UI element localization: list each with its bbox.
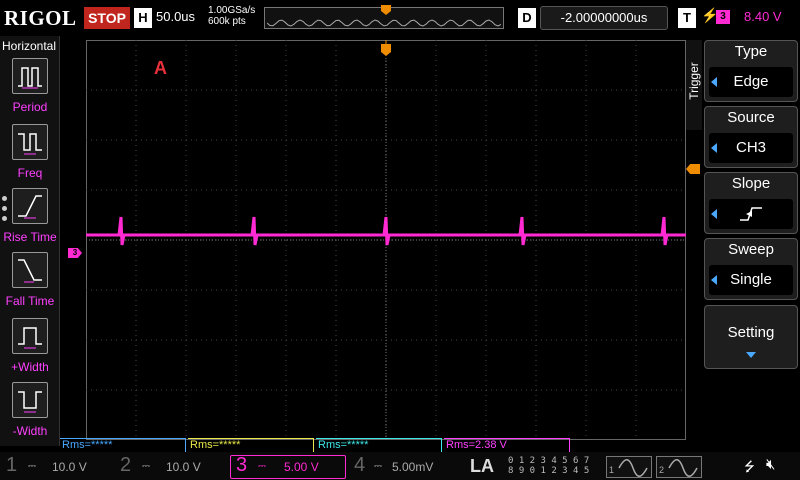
trigger-type-title: Type (734, 43, 768, 60)
chevron-left-icon (711, 275, 717, 285)
trigger-source-value: CH3 (709, 133, 793, 163)
ch4-scale: 5.00mV (392, 460, 434, 474)
status-bar: RIGOL STOP H 50.0us 1.00GSa/s 600k pts D… (0, 0, 800, 36)
acquisition-info: 1.00GSa/s 600k pts (208, 5, 255, 27)
setting-label: Setting (727, 324, 775, 341)
trigger-menu-tab: Trigger (686, 40, 702, 130)
delay-value[interactable]: -2.00000000us (540, 6, 668, 30)
ch3-offset-label: 3 (72, 248, 78, 257)
logic-channels[interactable]: 0 1 2 3 4 5 6 7 8 9 0 1 2 3 4 5 (508, 456, 598, 478)
sine-wave-icon (618, 459, 648, 477)
measurement-results: Rms=***** Rms=***** Rms=***** Rms=2.38 V (60, 438, 700, 452)
channel-bar: 1 ⎓ 10.0 V 2 ⎓ 10.0 V 3 ⎓ 5.00 V 4 ⎓ 5.0… (0, 452, 800, 480)
generator2-label: 2 (659, 465, 665, 475)
fall-time-icon (12, 252, 48, 288)
measure-category-title: Horizontal (2, 39, 57, 53)
ch3-settings[interactable]: ⎓ 5.00 V (258, 457, 342, 477)
ch3-number[interactable]: 3 (236, 454, 247, 477)
generator2-button[interactable]: 2 (656, 456, 702, 478)
trigger-type-menu[interactable]: Type Edge (704, 40, 798, 102)
ch3-rms-measurement[interactable]: Rms=2.38 V (444, 438, 570, 452)
measure-frequency-button[interactable]: Freq (0, 124, 60, 188)
trigger-slope-title: Slope (731, 175, 771, 192)
measure-panel: Horizontal Period Freq Rise Time Fall Ti… (0, 36, 60, 446)
trigger-channel-badge: 3 (716, 10, 730, 24)
rigol-logo: RIGOL (4, 6, 77, 30)
trigger-source-menu[interactable]: Source CH3 (704, 106, 798, 168)
ch2-scale: 10.0 V (166, 460, 201, 474)
memory-overview[interactable] (264, 5, 504, 29)
logic-channels-row2: 8 9 0 1 2 3 4 5 (508, 466, 590, 476)
negative-width-icon (12, 382, 48, 418)
generator1-button[interactable]: 1 (606, 456, 652, 478)
ch2-settings[interactable]: ⎓ 10.0 V (142, 457, 232, 477)
ch4-rms-measurement[interactable]: Rms=***** (316, 438, 442, 452)
logic-analyzer-label[interactable]: LA (470, 456, 494, 477)
memory-depth: 600k pts (208, 16, 246, 27)
ch4-number[interactable]: 4 (354, 454, 365, 477)
memory-trigger-marker-icon (381, 5, 391, 15)
ch2-number[interactable]: 2 (120, 454, 131, 477)
speaker-muted-icon[interactable]: 🔇︎ (766, 456, 775, 473)
generator1-label: 1 (609, 465, 615, 475)
horizontal-label[interactable]: H (134, 8, 152, 28)
trigger-slope-menu[interactable]: Slope (704, 172, 798, 234)
positive-width-label: +Width (11, 360, 49, 374)
ch1-number[interactable]: 1 (6, 454, 17, 477)
annotation-label: A (154, 58, 167, 78)
rise-time-icon (12, 188, 48, 224)
ch4-settings[interactable]: ⎓ 5.00mV (374, 457, 464, 477)
memory-waveform-preview (267, 19, 501, 27)
trigger-sweep-value: Single (709, 265, 793, 295)
measure-positive-width-button[interactable]: +Width (0, 318, 60, 382)
rise-time-label: Rise Time (3, 230, 57, 244)
ch3-offset-marker[interactable]: 3 (68, 248, 82, 258)
measure-fall-time-button[interactable]: Fall Time (0, 252, 60, 316)
trigger-level-marker-icon[interactable] (686, 164, 700, 174)
measure-rise-time-button[interactable]: Rise Time (0, 188, 60, 252)
chevron-left-icon (711, 77, 717, 87)
ch3-waveform (86, 216, 686, 246)
negative-width-label: -Width (12, 424, 48, 438)
usb-icon: ⭍ (744, 459, 755, 474)
trigger-slope-value (709, 199, 793, 229)
positive-width-icon (12, 318, 48, 354)
trigger-level-value[interactable]: 8.40 V (744, 9, 782, 24)
ch1-rms-measurement[interactable]: Rms=***** (60, 438, 186, 452)
measure-negative-width-button[interactable]: -Width (0, 382, 60, 446)
dc-coupling-icon: ⎓ (142, 461, 150, 472)
period-icon (12, 58, 48, 94)
trigger-type-value: Edge (709, 67, 793, 97)
logic-channels-row1: 0 1 2 3 4 5 6 7 (508, 456, 590, 466)
sample-rate: 1.00GSa/s (208, 5, 256, 16)
trigger-sweep-title: Sweep (728, 241, 774, 258)
ch2-rms-measurement[interactable]: Rms=***** (188, 438, 314, 452)
trigger-sweep-menu[interactable]: Sweep Single (704, 238, 798, 300)
trigger-menu-title: Trigger (687, 62, 701, 100)
chevron-down-icon (746, 352, 756, 358)
sine-wave-icon (668, 459, 698, 477)
delay-label[interactable]: D (518, 8, 536, 28)
waveform-display[interactable]: A (86, 40, 686, 440)
ch3-scale: 5.00 V (284, 460, 319, 474)
dc-coupling-icon: ⎓ (374, 461, 382, 472)
trigger-source-title: Source (727, 109, 775, 126)
frequency-label: Freq (17, 166, 43, 180)
trigger-label[interactable]: T (678, 8, 696, 28)
run-stop-indicator[interactable]: STOP (84, 7, 130, 29)
ch1-settings[interactable]: ⎓ 10.0 V (28, 457, 118, 477)
dc-coupling-icon: ⎓ (28, 461, 36, 472)
chevron-left-icon (711, 209, 717, 219)
chevron-left-icon (711, 143, 717, 153)
trigger-position-marker-icon[interactable] (381, 40, 391, 56)
measure-period-button[interactable]: Period (0, 58, 60, 122)
ch1-scale: 10.0 V (52, 460, 87, 474)
dc-coupling-icon: ⎓ (258, 461, 266, 472)
fall-time-label: Fall Time (5, 294, 55, 308)
frequency-icon (12, 124, 48, 160)
period-label: Period (12, 100, 48, 114)
trigger-setting-button[interactable]: Setting (704, 305, 798, 369)
rising-slope-icon (740, 207, 762, 221)
timebase-value[interactable]: 50.0us (156, 9, 195, 24)
